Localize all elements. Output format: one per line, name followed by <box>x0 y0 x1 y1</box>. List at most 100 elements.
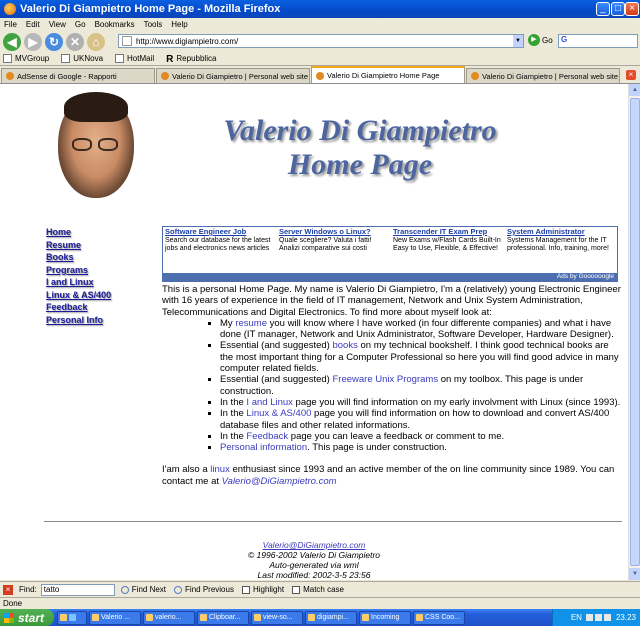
taskbar-item[interactable]: CSS Coo... <box>413 610 465 625</box>
ad-item[interactable]: Server Windows o Linux? Quale scegliere? … <box>279 228 391 253</box>
forward-arrow-icon[interactable]: ▶ <box>24 32 42 51</box>
taskbar-item[interactable]: valerio... <box>143 610 195 625</box>
link-resume[interactable]: resume <box>235 318 267 329</box>
intro-paragraph: This is a personal Home Page. My name is… <box>162 284 621 318</box>
sidebar-item-feedback[interactable]: Feedback <box>46 301 156 314</box>
bookmark-repubblica[interactable]: R Repubblica <box>166 54 216 65</box>
ad-item[interactable]: Transcender IT Exam Prep New Exams w/Flas… <box>393 228 505 253</box>
taskbar-item[interactable]: digiampi... <box>305 610 357 625</box>
find-input[interactable]: tatto <box>40 583 115 596</box>
chevron-down-icon[interactable]: ▼ <box>513 35 523 47</box>
close-tab-icon[interactable]: × <box>626 70 636 80</box>
menu-bookmarks[interactable]: Bookmarks <box>95 20 135 29</box>
bookmark-mvgroup[interactable]: MVGroup <box>3 54 49 63</box>
scroll-thumb[interactable] <box>630 98 640 566</box>
email-link[interactable]: Valerio@DiGiampietro.com <box>222 476 337 487</box>
link-linux-as400[interactable]: Linux & AS/400 <box>246 408 311 419</box>
page-title-line1: Valerio Di Giampietro <box>223 114 497 147</box>
list-item: In the I and Linux page you will find in… <box>220 397 622 408</box>
footer-email-link[interactable]: Valerio@DiGiampietro.com <box>0 540 628 550</box>
find-previous-button[interactable]: Find Previous <box>174 585 234 594</box>
link-books[interactable]: books <box>332 340 357 351</box>
go-button[interactable]: ▶ Go <box>528 34 553 46</box>
link-personal-information[interactable]: Personal information <box>220 442 307 453</box>
sidebar-item-i-and-linux[interactable]: I and Linux <box>46 276 156 289</box>
menu-edit[interactable]: Edit <box>26 20 40 29</box>
windows-taskbar: start Valerio ... valerio... Clipboar...… <box>0 609 640 626</box>
tab-strip: AdSense di Google - Rapporti Valerio Di … <box>0 66 640 84</box>
tab-home-page[interactable]: Valerio Di Giampietro Home Page <box>311 66 465 83</box>
match-case-checkbox[interactable]: Match case <box>292 585 344 594</box>
scroll-down-icon[interactable]: ▼ <box>629 568 640 580</box>
sidebar-item-programs[interactable]: Programs <box>46 264 156 277</box>
menu-file[interactable]: File <box>4 20 17 29</box>
link-i-and-linux[interactable]: I and Linux <box>246 397 292 408</box>
bookmark-hotmail[interactable]: HotMail <box>115 54 154 63</box>
sidebar-item-personal-info[interactable]: Personal Info <box>46 314 156 327</box>
window-titlebar: Valerio Di Giampietro Home Page - Mozill… <box>0 0 640 18</box>
tab-adsense[interactable]: AdSense di Google - Rapporti <box>1 68 155 83</box>
bookmarks-toolbar: MVGroup UKNova HotMail R Repubblica <box>0 52 640 66</box>
tray-icon[interactable] <box>585 614 593 621</box>
menu-help[interactable]: Help <box>171 20 187 29</box>
search-input[interactable]: G <box>558 34 638 48</box>
close-find-icon[interactable]: × <box>3 584 13 595</box>
divider <box>44 521 622 522</box>
taskbar-item[interactable]: view-so... <box>251 610 303 625</box>
tab-icon <box>471 72 479 80</box>
tab-personal-site-2[interactable]: Valerio Di Giampietro | Personal web sit… <box>466 68 620 83</box>
find-previous-icon <box>174 585 183 594</box>
find-next-button[interactable]: Find Next <box>120 585 166 594</box>
highlight-button[interactable]: Highlight <box>241 585 284 594</box>
stop-icon[interactable]: ✕ <box>66 32 84 51</box>
taskbar-item[interactable]: Valerio ... <box>89 610 141 625</box>
menu-go[interactable]: Go <box>75 20 86 29</box>
tray-icon[interactable] <box>603 614 611 621</box>
language-indicator[interactable]: EN <box>571 613 582 622</box>
back-arrow-icon[interactable]: ◀ <box>3 32 21 51</box>
sidebar-item-books[interactable]: Books <box>46 251 156 264</box>
quick-launch-icon <box>69 614 76 621</box>
page-footer: Valerio@DiGiampietro.com © 1996-2002 Val… <box>0 540 628 580</box>
menu-tools[interactable]: Tools <box>144 20 163 29</box>
link-linux[interactable]: linux <box>210 464 230 475</box>
portrait-hair <box>64 92 128 122</box>
maximize-button[interactable]: □ <box>611 2 625 16</box>
mail-icon <box>362 614 369 621</box>
reload-icon[interactable]: ↻ <box>45 32 63 51</box>
taskbar-item[interactable]: Incoming <box>359 610 411 625</box>
close-button[interactable]: × <box>625 2 639 16</box>
url-bar[interactable]: http://www.digiampietro.com/ ▼ <box>118 34 524 48</box>
bookmark-icon: R <box>166 54 174 65</box>
tab-personal-site-1[interactable]: Valerio Di Giampietro | Personal web sit… <box>156 68 310 83</box>
google-ads-box: Software Engineer Job Search our database… <box>162 226 618 282</box>
vertical-scrollbar[interactable]: ▲ ▼ <box>628 84 640 580</box>
bookmark-uknova[interactable]: UKNova <box>61 54 103 63</box>
quick-launch[interactable] <box>57 610 87 625</box>
link-feedback[interactable]: Feedback <box>246 431 288 442</box>
ad-item[interactable]: System Administrator Systems Management f… <box>507 228 619 253</box>
tray-icon[interactable] <box>594 614 602 621</box>
ad-item[interactable]: Software Engineer Job Search our database… <box>165 228 277 253</box>
home-icon[interactable]: ⌂ <box>87 32 105 51</box>
clipboard-icon <box>200 614 207 621</box>
list-item: Personal information. This page is under… <box>220 442 622 453</box>
list-item: In the Feedback page you can leave a fee… <box>220 431 622 442</box>
link-freeware-programs[interactable]: Freeware Unix Programs <box>332 374 438 385</box>
sidebar-item-home[interactable]: Home <box>46 226 156 239</box>
taskbar-item[interactable]: Clipboar... <box>197 610 249 625</box>
start-button[interactable]: start <box>0 609 54 626</box>
url-text: http://www.digiampietro.com/ <box>136 36 239 46</box>
sidebar-item-linux-as400[interactable]: Linux & AS/400 <box>46 289 156 302</box>
page-icon <box>122 36 132 46</box>
page-title-line2: Home Page <box>287 148 433 181</box>
minimize-button[interactable]: _ <box>596 2 610 16</box>
status-bar: Done <box>0 597 640 609</box>
scroll-up-icon[interactable]: ▲ <box>629 84 640 96</box>
sidebar-item-resume[interactable]: Resume <box>46 239 156 252</box>
menu-view[interactable]: View <box>49 20 66 29</box>
ads-by-google[interactable]: Ads by Goooooogle <box>163 273 617 281</box>
list-item: My resume you will know where I have wor… <box>220 318 622 341</box>
highlight-icon <box>241 585 250 594</box>
tab-icon <box>316 71 324 80</box>
